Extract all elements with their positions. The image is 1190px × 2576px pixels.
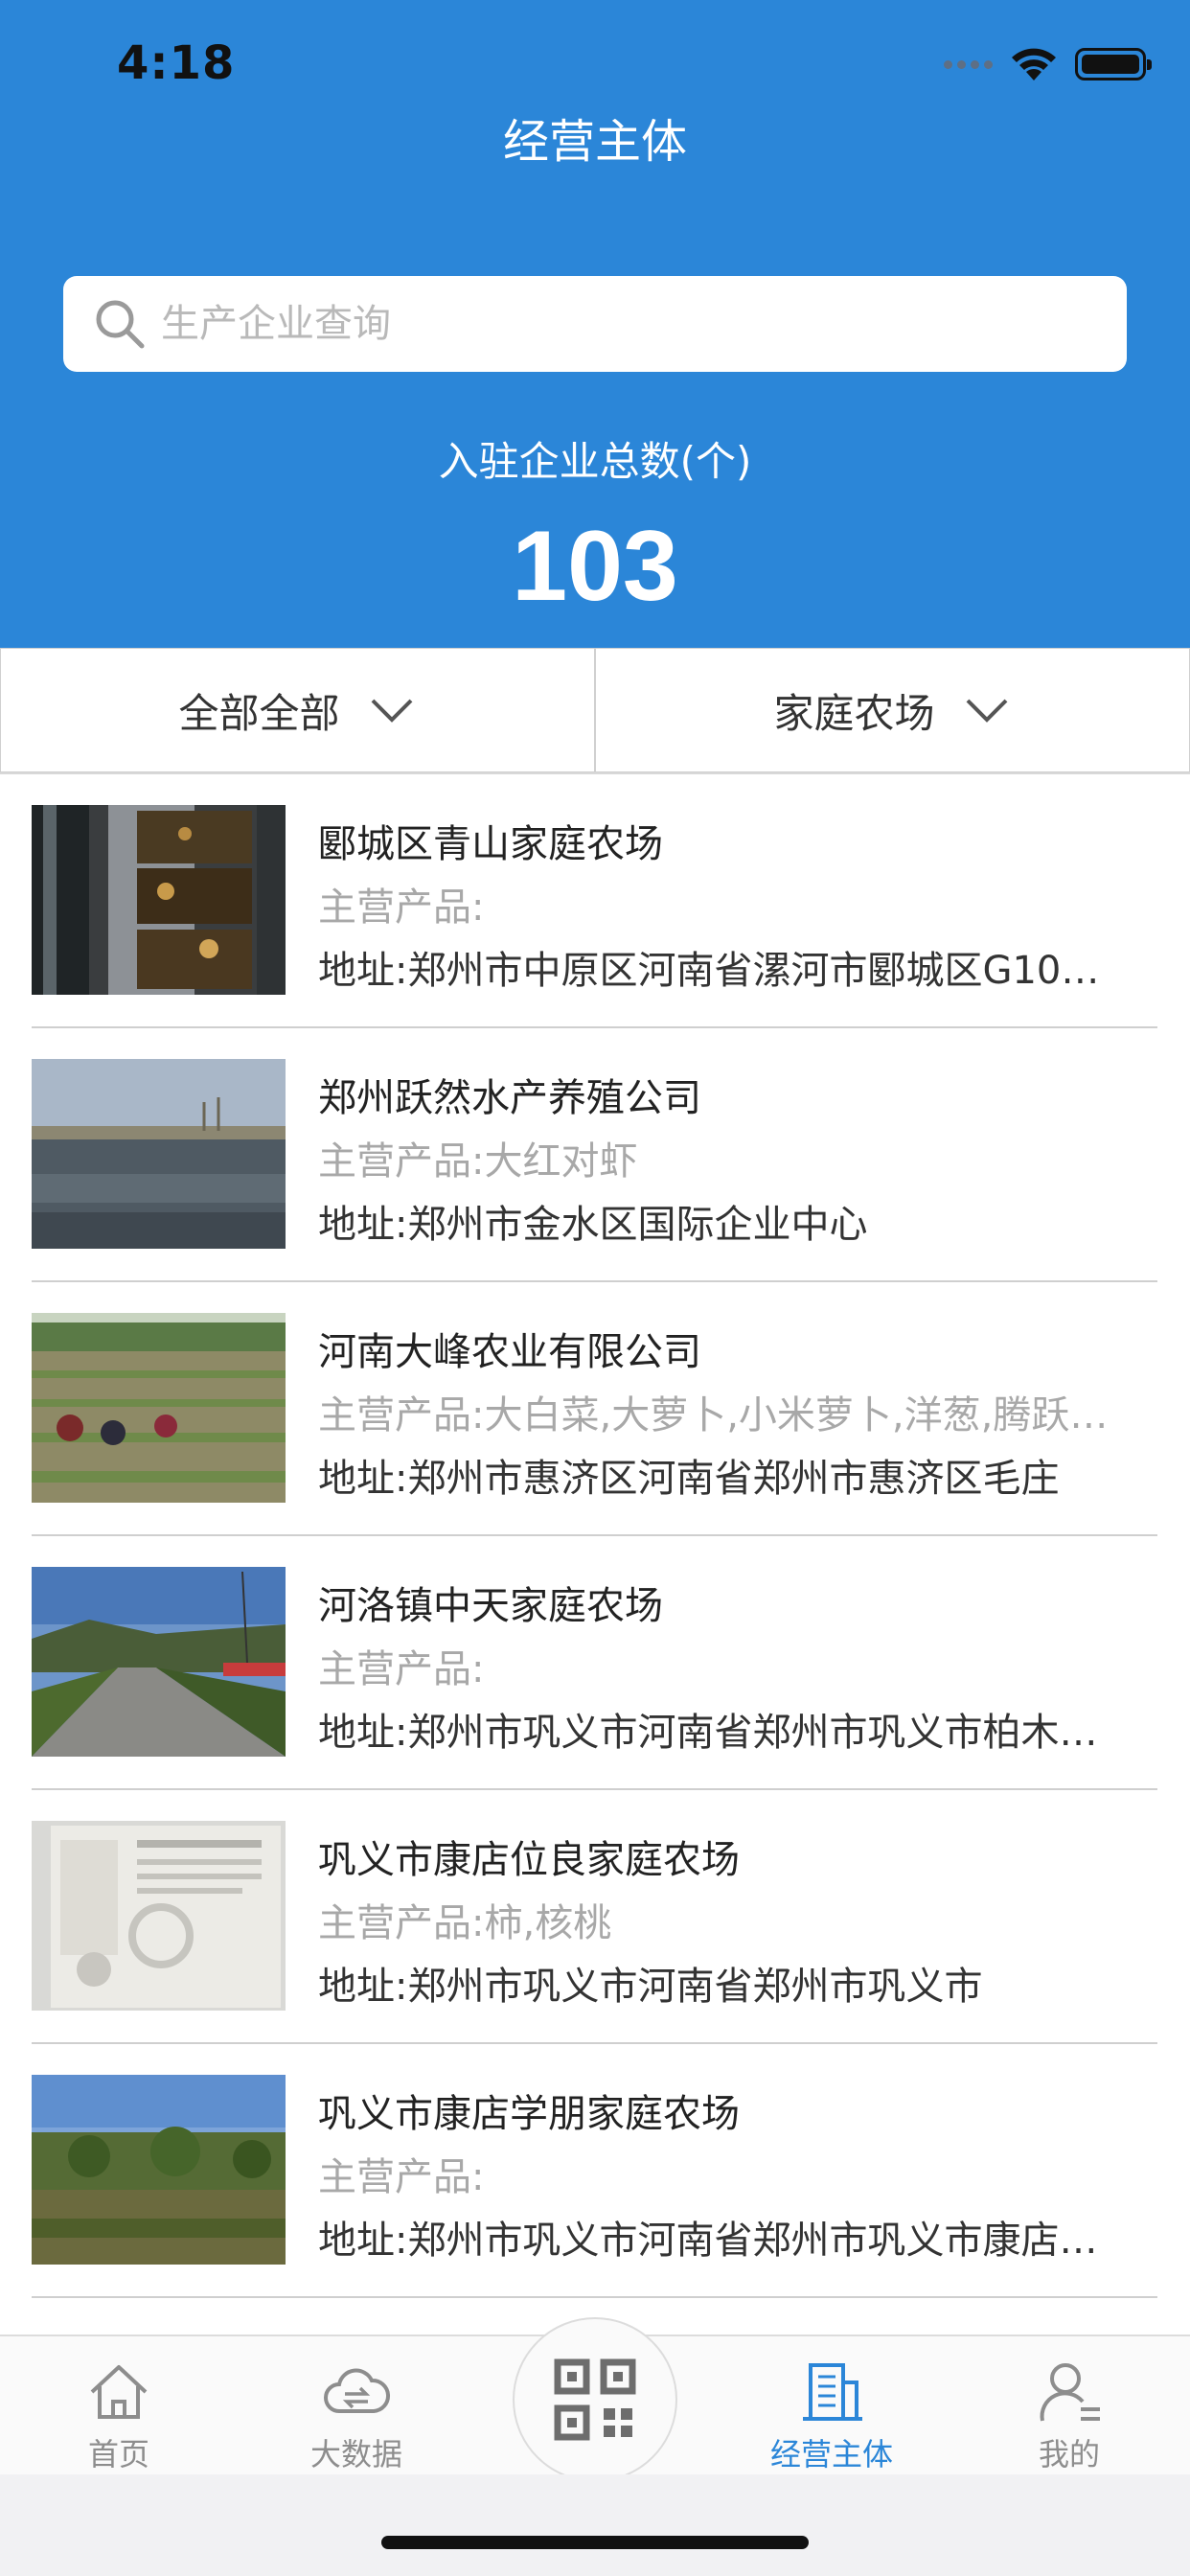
search-icon	[96, 300, 145, 349]
filter-bar: 全部全部 家庭农场	[0, 648, 1190, 774]
list-item[interactable]: 郑州跃然水产养殖公司 主营产品:大红对虾 地址:郑州市金水区国际企业中心	[32, 1028, 1157, 1282]
enterprise-products: 主营产品:大红对虾	[318, 1139, 638, 1184]
status-time: 4:18	[117, 36, 236, 90]
list-item[interactable]: 郾城区青山家庭农场 主营产品: 地址:郑州市中原区河南省漯河市郾城区G10…	[32, 774, 1157, 1028]
list-item[interactable]: 巩义市康店学朋家庭农场 主营产品: 地址:郑州市巩义市河南省郑州市巩义市康店…	[32, 2044, 1157, 2298]
chevron-down-icon	[966, 699, 1007, 723]
enterprise-products: 主营产品:	[318, 886, 485, 930]
home-indicator[interactable]	[381, 2536, 809, 2549]
enterprise-name: 郾城区青山家庭农场	[318, 822, 663, 866]
qr-code-icon	[554, 2358, 636, 2441]
region-filter-dropdown[interactable]: 全部全部	[0, 648, 595, 772]
enterprise-products: 主营产品:大白菜,大萝卜,小米萝卜,洋葱,腾跃…	[318, 1393, 1109, 1438]
enterprise-address: 地址:郑州市金水区国际企业中心	[318, 1203, 868, 1247]
tab-profile[interactable]: 我的	[993, 2358, 1146, 2474]
list-item[interactable]: 河洛镇中天家庭农场 主营产品: 地址:郑州市巩义市河南省郑州市巩义市柏木…	[32, 1536, 1157, 1790]
tab-business-entity-label: 经营主体	[769, 2436, 893, 2472]
enterprise-photo	[32, 1567, 286, 1757]
enterprise-products: 主营产品:	[318, 1647, 485, 1691]
wifi-icon	[1012, 48, 1056, 80]
search-bar[interactable]	[63, 276, 1127, 372]
type-filter-label: 家庭农场	[773, 689, 935, 737]
header: 4:18 经营主体 入驻企业总数(个) 103	[0, 0, 1190, 648]
enterprise-name: 河南大峰农业有限公司	[318, 1330, 701, 1374]
home-indicator-area	[0, 2474, 1190, 2576]
status-indicators	[944, 46, 1152, 82]
user-icon	[1040, 2363, 1100, 2422]
enterprise-address: 地址:郑州市巩义市河南省郑州市巩义市	[318, 1965, 983, 2009]
enterprise-list: 郾城区青山家庭农场 主营产品: 地址:郑州市中原区河南省漯河市郾城区G10… 郑…	[0, 774, 1190, 2334]
company-count-value: 103	[512, 511, 678, 622]
tab-profile-label: 我的	[1038, 2436, 1100, 2472]
enterprise-name: 巩义市康店位良家庭农场	[318, 1838, 740, 1882]
chevron-down-icon	[371, 699, 412, 723]
tab-big-data[interactable]: 大数据	[280, 2358, 433, 2474]
enterprise-address: 地址:郑州市巩义市河南省郑州市巩义市康店…	[318, 2219, 1098, 2263]
tab-business-entity[interactable]: 经营主体	[755, 2358, 908, 2474]
type-filter-dropdown[interactable]: 家庭农场	[595, 648, 1190, 772]
tab-bar: 首页 大数据 经营主体 我的	[0, 2317, 1190, 2482]
region-filter-label: 全部全部	[178, 689, 340, 737]
enterprise-name: 郑州跃然水产养殖公司	[318, 1076, 701, 1120]
enterprise-photo	[32, 1059, 286, 1249]
enterprise-photo	[32, 1313, 286, 1503]
tab-home[interactable]: 首页	[42, 2358, 195, 2474]
home-icon	[90, 2365, 148, 2419]
search-input[interactable]	[161, 302, 1023, 346]
battery-icon	[1075, 48, 1152, 80]
enterprise-photo	[32, 805, 286, 995]
tab-home-label: 首页	[87, 2436, 149, 2472]
list-item[interactable]: 巩义市康店位良家庭农场 主营产品:柿,核桃 地址:郑州市巩义市河南省郑州市巩义市	[32, 1790, 1157, 2044]
list-item[interactable]: 河南大峰农业有限公司 主营产品:大白菜,大萝卜,小米萝卜,洋葱,腾跃… 地址:郑…	[32, 1282, 1157, 1536]
enterprise-name: 河洛镇中天家庭农场	[318, 1584, 663, 1628]
cloud-sync-icon	[324, 2368, 390, 2413]
enterprise-photo	[32, 1821, 286, 2011]
page-title: 经营主体	[502, 115, 687, 169]
enterprise-name: 巩义市康店学朋家庭农场	[318, 2092, 740, 2136]
cellular-signal-icon	[944, 59, 993, 69]
enterprise-products: 主营产品:	[318, 2155, 485, 2199]
enterprise-photo	[32, 2075, 286, 2265]
enterprise-address: 地址:郑州市中原区河南省漯河市郾城区G10…	[318, 949, 1100, 993]
enterprise-products: 主营产品:柿,核桃	[318, 1901, 612, 1945]
tab-big-data-label: 大数据	[309, 2436, 402, 2472]
company-count-label: 入驻企业总数(个)	[438, 438, 752, 485]
scan-button[interactable]	[513, 2317, 677, 2482]
building-icon	[803, 2363, 862, 2421]
enterprise-address: 地址:郑州市惠济区河南省郑州市惠济区毛庄	[318, 1457, 1060, 1501]
enterprise-address: 地址:郑州市巩义市河南省郑州市巩义市柏木…	[318, 1711, 1098, 1755]
